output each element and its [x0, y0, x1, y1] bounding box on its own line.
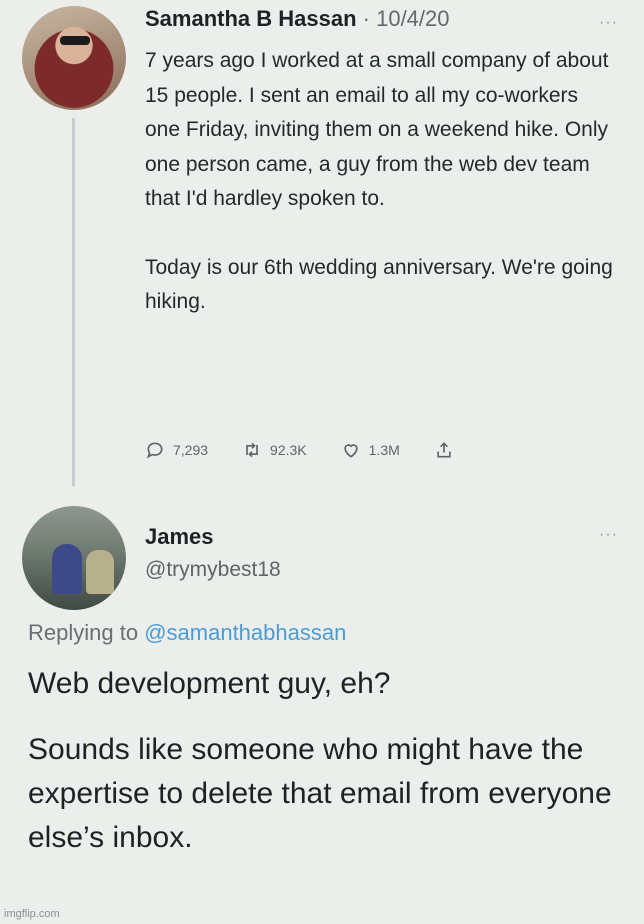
- retweet-button[interactable]: 92.3K: [242, 440, 307, 460]
- original-tweet: Samantha B Hassan · 10/4/20 ··· 7 years …: [0, 0, 644, 490]
- tweet-paragraph: Web development guy, eh?: [28, 667, 391, 700]
- share-button[interactable]: [434, 440, 454, 460]
- like-count: 1.3M: [368, 442, 400, 458]
- reply-button[interactable]: 7,293: [145, 440, 208, 460]
- like-button[interactable]: 1.3M: [341, 440, 400, 460]
- author-handle[interactable]: @trymybest18: [145, 558, 281, 582]
- reply-tweet: James @trymybest18 ··· Replying to @sama…: [0, 496, 644, 924]
- tweet-header: Samantha B Hassan · 10/4/20: [145, 6, 450, 32]
- reply-icon: [146, 442, 163, 459]
- tweet-text: 7 years ago I worked at a small company …: [145, 44, 615, 320]
- replying-to-label: Replying to: [28, 620, 139, 645]
- share-icon: [437, 442, 451, 458]
- more-options-icon[interactable]: ···: [599, 14, 618, 32]
- retweet-count: 92.3K: [270, 442, 307, 458]
- author-name[interactable]: James: [145, 524, 214, 550]
- tweet-actions: 7,293 92.3K 1.3M: [145, 440, 488, 460]
- tweet-paragraph: Today is our 6th wedding anniversary. We…: [145, 255, 613, 314]
- tweet-date[interactable]: · 10/4/20: [363, 6, 450, 31]
- reply-count: 7,293: [173, 442, 209, 458]
- avatar[interactable]: [22, 506, 126, 610]
- tweet-paragraph: 7 years ago I worked at a small company …: [145, 49, 609, 210]
- author-name[interactable]: Samantha B Hassan: [145, 6, 357, 31]
- watermark: imgflip.com: [4, 908, 60, 920]
- retweet-icon: [246, 442, 258, 458]
- thread-line: [72, 118, 75, 486]
- more-options-icon[interactable]: ···: [599, 526, 618, 544]
- replying-to-handle-link[interactable]: @samanthabhassan: [144, 620, 346, 645]
- tweet-text: Web development guy, eh? Sounds like som…: [28, 662, 628, 860]
- replying-to: Replying to @samanthabhassan: [28, 620, 346, 646]
- avatar[interactable]: [22, 6, 126, 110]
- heart-icon: [343, 444, 358, 458]
- tweet-paragraph: Sounds like someone who might have the e…: [28, 733, 612, 854]
